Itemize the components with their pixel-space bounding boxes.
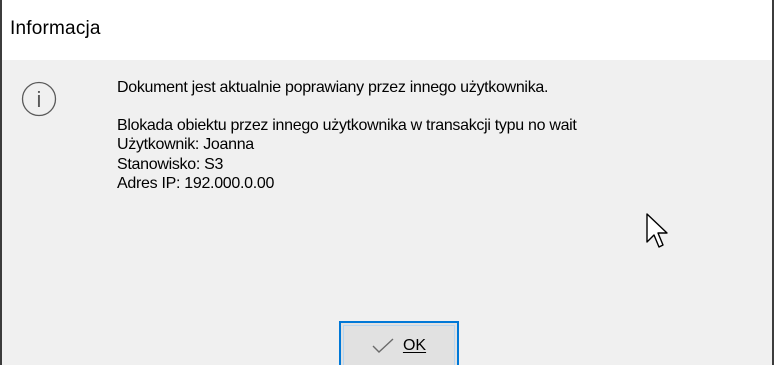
message-detail-user: Użytkownik: Joanna (117, 136, 254, 153)
ok-button-label: OK (402, 337, 427, 354)
title-bar[interactable]: Informacja (2, 0, 772, 60)
message-dialog: Informacja i Dokument jest aktualnie pop… (0, 0, 776, 365)
message-detail-lock: Blokada obiektu przez innego użytkownika… (117, 116, 577, 134)
ok-button-focus-ring (343, 325, 455, 365)
message-detail-ip: Adres IP: 192.000.0.00 (117, 175, 275, 192)
window-border-left (0, 0, 2, 365)
ok-button[interactable]: OK (339, 321, 459, 365)
message-headline: Dokument jest aktualnie poprawiany przez… (117, 79, 549, 96)
info-icon: i (21, 81, 57, 117)
check-icon (372, 338, 394, 353)
mouse-cursor-icon (646, 213, 668, 248)
message-detail-workstation: Stanowisko: S3 (117, 155, 224, 173)
window-title: Informacja (10, 18, 101, 39)
message-spacer (117, 98, 577, 116)
svg-text:i: i (37, 87, 42, 112)
message-text: Dokument jest aktualnie poprawiany przez… (117, 78, 577, 194)
